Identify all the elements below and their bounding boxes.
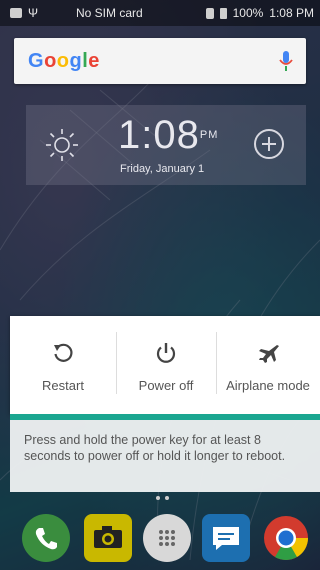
restart-button[interactable]: Restart [10,316,116,414]
microphone-icon[interactable] [278,49,294,73]
airplane-mode-button[interactable]: Airplane mode [216,316,320,414]
camera-icon [94,526,122,548]
phone-app-icon[interactable] [22,514,70,562]
app-drawer-icon [159,530,175,546]
camera-app-icon[interactable] [84,514,132,562]
clock-ampm: PM [199,129,219,141]
usb-icon: Ψ [28,6,39,20]
restart-icon [54,343,73,362]
no-sim-icon [205,7,214,19]
messages-icon [213,527,239,550]
power-hint-text: Press and hold the power key for at leas… [10,420,320,492]
battery-icon [219,7,227,19]
chrome-app-icon[interactable] [262,514,310,562]
clock-date: Friday, January 1 [120,163,205,175]
add-location-icon[interactable] [254,129,284,159]
power-icon [156,343,176,363]
power-off-button[interactable]: Power off [116,316,216,414]
dock [0,510,320,570]
battery-percent: 100% [232,6,264,20]
power-menu: Restart Power off Airplane mode [10,316,320,414]
google-search-bar[interactable]: Google [14,38,306,84]
status-time: 1:08 PM [269,6,314,20]
page-indicator [156,496,169,500]
clock-weather-widget[interactable]: 1:08PM Friday, January 1 [26,105,306,185]
chrome-icon [264,516,308,560]
clock-time: 1:08PM [118,113,219,157]
carrier-text: No SIM card [76,6,143,20]
airplane-icon [259,345,279,363]
messages-app-icon[interactable] [202,514,250,562]
status-bar: Ψ No SIM card 100% 1:08 PM [0,0,320,26]
app-drawer-button[interactable] [143,514,191,562]
notification-icon [10,8,22,18]
phone-icon [35,528,57,550]
restart-label: Restart [42,378,84,393]
google-logo: Google [28,50,100,72]
airplane-mode-label: Airplane mode [226,378,310,393]
power-off-label: Power off [138,378,194,393]
sun-icon [46,129,78,161]
